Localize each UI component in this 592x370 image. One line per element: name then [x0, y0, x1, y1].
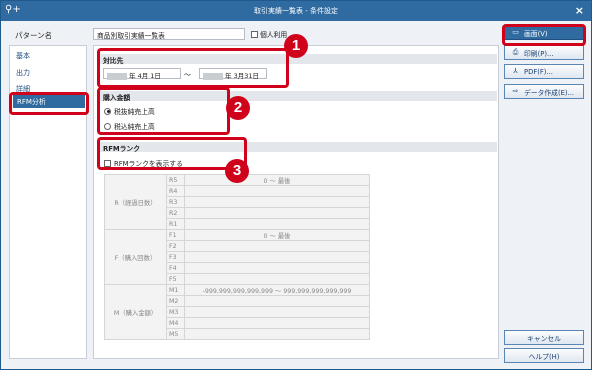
- rfm-rank-range: [184, 185, 370, 197]
- rfm-rank-code: M2: [166, 295, 185, 307]
- cancel-button[interactable]: キャンセル: [504, 330, 584, 345]
- dialog-window: ⚲+ 取引実績一覧表 - 条件設定 × パターン名 商品別取引実績一覧表 個人利…: [0, 0, 592, 370]
- rfm-rank-code: R3: [166, 196, 185, 208]
- nav-item-basic[interactable]: 基本: [16, 51, 30, 61]
- highlight-box-nav: [9, 92, 89, 115]
- callout-number-2: 2: [226, 96, 250, 120]
- rfm-rank-range: -999,999,999,999,999 ～ 999,999,999,999,9…: [184, 284, 370, 296]
- personal-use-label: 個人利用: [260, 31, 288, 39]
- rfm-group-label: R（経過日数）: [104, 174, 167, 230]
- pdf-button-label: PDF(F)...: [524, 67, 553, 76]
- rfm-rank-range: [184, 295, 370, 307]
- window-title: 取引実績一覧表 - 条件設定: [254, 7, 338, 15]
- table-row: M（購入金額） M1 -999,999,999,999,999 ～ 999,999,…: [104, 284, 370, 340]
- callout-number-1: 1: [284, 34, 308, 58]
- rfm-rank-range: [184, 328, 370, 340]
- pdf-button[interactable]: ⅄ PDF(F)...: [504, 64, 584, 79]
- personal-use-checkbox[interactable]: 個人利用: [251, 29, 287, 39]
- rfm-group-label: M（購入金額）: [104, 284, 167, 340]
- highlight-box-compare: [97, 48, 289, 88]
- rfm-group-label: F（購入回数）: [104, 229, 167, 285]
- title-bar: ⚲+ 取引実績一覧表 - 条件設定 ×: [1, 1, 591, 21]
- rfm-rank-range: [184, 262, 370, 274]
- print-button-label: 印刷(P)...: [524, 49, 554, 58]
- rfm-rank-code: M3: [166, 306, 185, 318]
- close-icon[interactable]: ×: [575, 4, 584, 17]
- rfm-table: R（経過日数） R5 0 ～ 最後 R4 R3 R2 R1 F（購入回数） F1 0 ～ 最後 F2…: [104, 174, 370, 340]
- highlight-box-rfm: [97, 137, 247, 170]
- rfm-rank-range: [184, 306, 370, 318]
- rfm-rank-code: M1: [166, 284, 185, 296]
- export-arrow-icon: ⇨: [512, 87, 519, 95]
- highlight-box-screen: [502, 24, 586, 46]
- pattern-name-input[interactable]: 商品別取引実績一覧表: [93, 28, 245, 40]
- checkbox-box[interactable]: [251, 30, 258, 38]
- rfm-rank-code: R4: [166, 185, 185, 197]
- rfm-rank-range: [184, 251, 370, 263]
- rfm-rank-range: [184, 240, 370, 252]
- rfm-rank-code: F2: [166, 240, 185, 252]
- rfm-rank-code: M5: [166, 328, 185, 340]
- callout-number-3: 3: [225, 159, 249, 183]
- data-create-button-label: データ作成(E)...: [524, 88, 575, 97]
- rfm-rank-range: [184, 196, 370, 208]
- rfm-rank-code: F5: [166, 273, 185, 285]
- table-row: F（購入回数） F1 0 ～ 最後: [104, 229, 370, 285]
- rfm-rank-code: M4: [166, 317, 185, 329]
- rfm-rank-range: 0 ～ 最後: [184, 174, 370, 186]
- printer-icon: ⎙: [512, 48, 519, 56]
- rfm-rank-range: 0 ～ 最後: [184, 229, 370, 241]
- rfm-rank-code: F1: [166, 229, 185, 241]
- rfm-rank-range: [184, 273, 370, 285]
- rfm-rank-code: R1: [166, 218, 185, 230]
- rfm-rank-code: F3: [166, 251, 185, 263]
- print-button[interactable]: ⎙ 印刷(P)...: [504, 45, 584, 60]
- rfm-rank-range: [184, 207, 370, 219]
- rfm-rank-code: R5: [166, 174, 185, 186]
- data-create-button[interactable]: ⇨ データ作成(E)...: [504, 84, 584, 99]
- help-button[interactable]: ヘルプ(H): [504, 348, 584, 363]
- pdf-icon: ⅄: [513, 67, 518, 75]
- nav-item-output[interactable]: 出力: [16, 68, 30, 78]
- rfm-rank-code: F4: [166, 262, 185, 274]
- rfm-rank-range: [184, 317, 370, 329]
- rfm-rank-code: R2: [166, 207, 185, 219]
- pattern-label: パターン名: [15, 31, 53, 40]
- rfm-rank-range: [184, 218, 370, 230]
- highlight-box-amount: [97, 87, 230, 135]
